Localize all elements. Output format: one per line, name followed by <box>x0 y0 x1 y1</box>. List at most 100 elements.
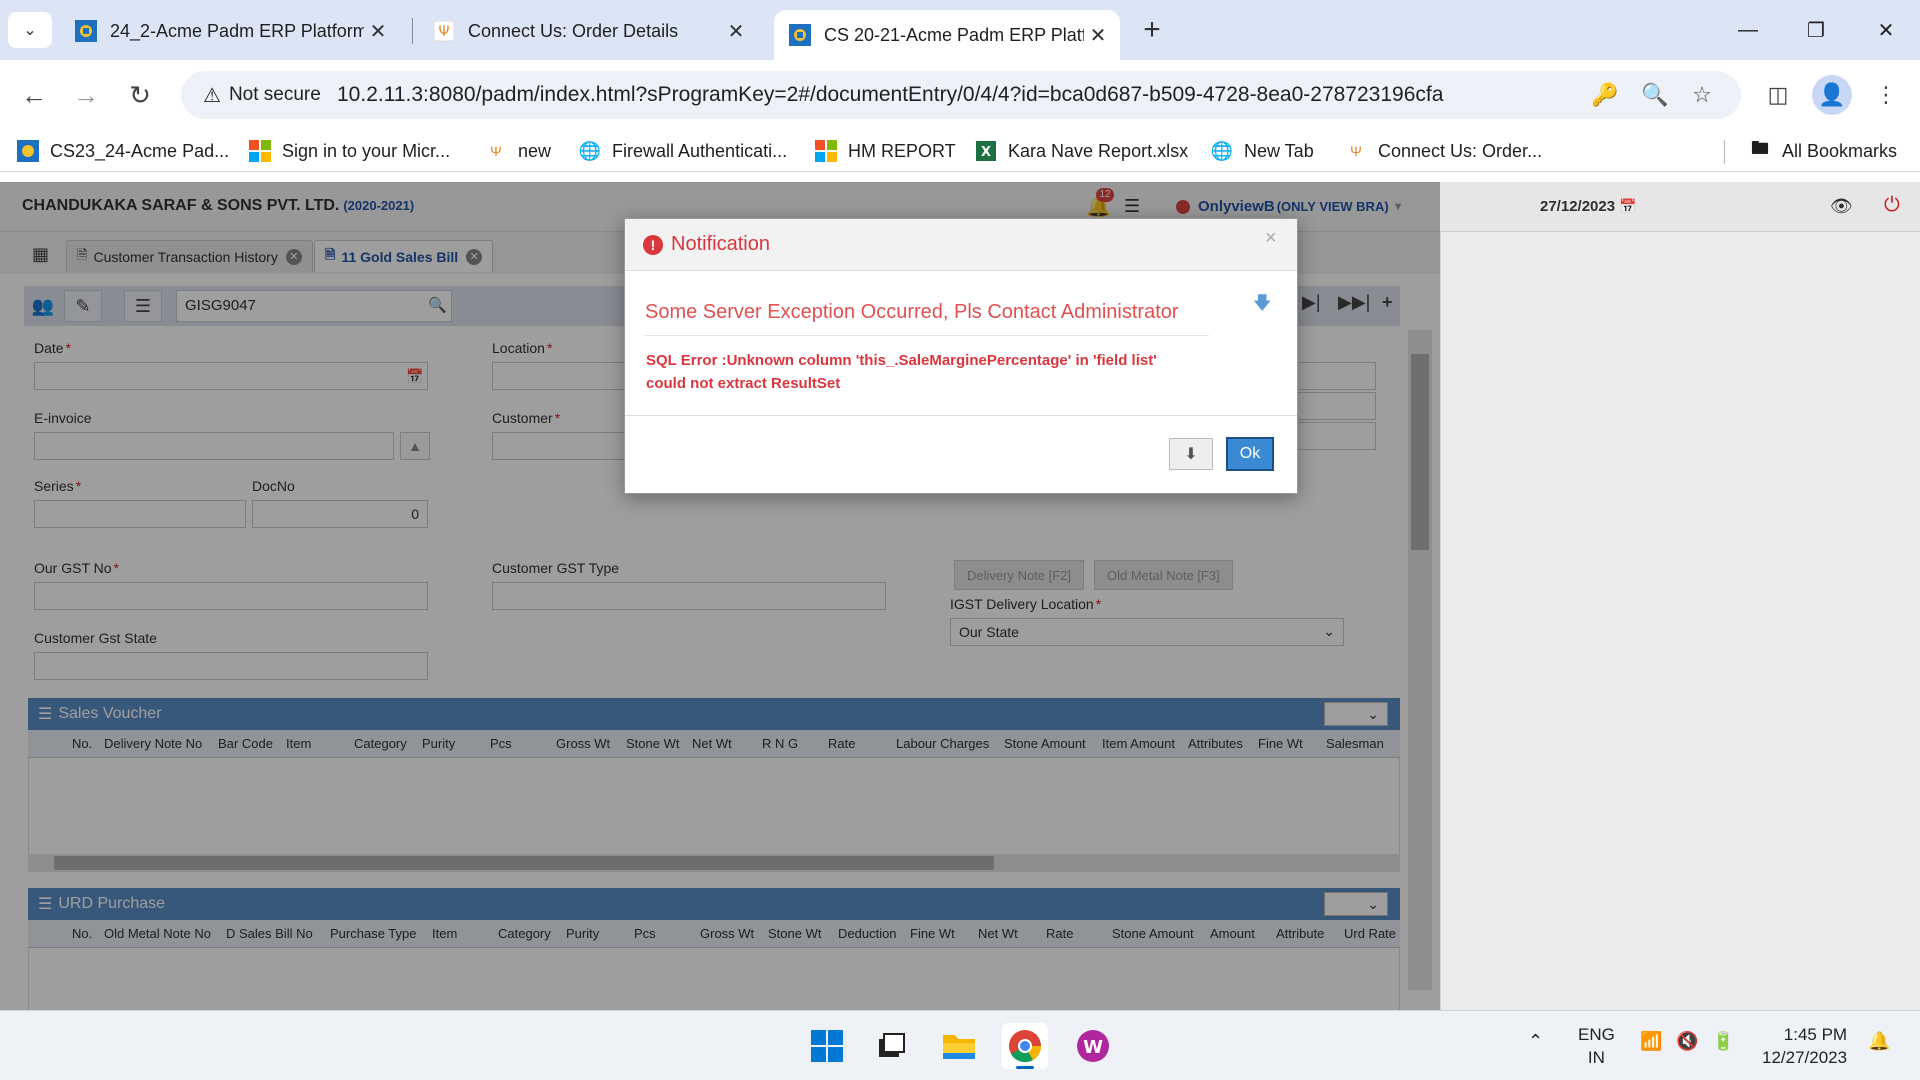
browser-tab-2[interactable]: Ψ Connect Us: Order Details ✕ <box>418 10 758 52</box>
zoom-icon[interactable]: 🔍 <box>1637 77 1673 113</box>
globe-icon: 🌐 <box>578 140 602 161</box>
app-w-icon: W <box>1077 1030 1109 1062</box>
dialog-title: Notification <box>671 233 770 255</box>
bookmark-label: CS23_24-Acme Pad... <box>50 140 230 161</box>
bookmark-label: HM REPORT <box>848 140 956 161</box>
error-icon: ! <box>643 235 663 255</box>
browser-tab-1[interactable]: 24_2-Acme Padm ERP Platform ✕ <box>60 10 400 52</box>
url-text[interactable]: 10.2.11.3:8080/padm/index.html?sProgramK… <box>337 83 1443 107</box>
chevron-up-icon[interactable]: ⌃ <box>1528 1031 1543 1052</box>
browser-tabstrip: ⌄ 24_2-Acme Padm ERP Platform ✕ Ψ Connec… <box>0 0 1920 60</box>
browser-toolbar: ← → ↻ ⚠ Not secure 10.2.11.3:8080/padm/i… <box>0 60 1920 130</box>
error-line: could not extract ResultSet <box>646 375 841 392</box>
new-tab-button[interactable]: + <box>1134 12 1170 48</box>
close-tab-icon[interactable]: ✕ <box>364 17 392 45</box>
download-icon: ⬇ <box>1184 446 1198 463</box>
not-secure-label: Not secure <box>228 84 321 105</box>
start-button[interactable] <box>804 1023 850 1069</box>
clock-time: 1:45 PM <box>1783 1025 1848 1044</box>
bookmark-label: Kara Nave Report.xlsx <box>1008 140 1189 161</box>
notification-center-icon[interactable]: 🔔 <box>1868 1031 1890 1052</box>
bookmark-item[interactable]: X Kara Nave Report.xlsx <box>974 136 1188 166</box>
connect-favicon-icon: Ψ <box>433 20 455 42</box>
folder-icon: 🖿 <box>1751 138 1769 158</box>
password-key-icon[interactable]: 🔑 <box>1587 77 1623 113</box>
modal-backdrop-right <box>1440 182 1920 1010</box>
task-view-button[interactable] <box>868 1023 914 1069</box>
address-bar[interactable]: ⚠ Not secure 10.2.11.3:8080/padm/index.h… <box>181 71 1741 119</box>
dialog-error-detail: SQL Error :Unknown column 'this_.SaleMar… <box>646 349 1186 395</box>
folder-icon <box>943 1035 975 1059</box>
bookmark-item[interactable]: Ψ new <box>484 136 551 166</box>
ok-button[interactable]: Ok <box>1226 437 1274 471</box>
svg-text:X: X <box>981 145 991 160</box>
bookmark-label: new <box>518 140 552 161</box>
all-bookmarks-label: All Bookmarks <box>1782 140 1898 161</box>
forward-button[interactable]: → <box>66 75 106 115</box>
side-panel-icon[interactable]: ◫ <box>1758 75 1798 115</box>
erp-favicon-icon <box>789 24 811 46</box>
chrome-icon <box>1009 1030 1042 1063</box>
wifi-icon[interactable]: 📶 <box>1640 1031 1662 1052</box>
bookmark-item[interactable]: HM REPORT <box>814 136 956 166</box>
divider <box>645 335 1209 336</box>
close-icon[interactable]: × <box>1265 227 1277 250</box>
bookmark-separator <box>1724 140 1725 164</box>
download-button[interactable]: ⬇ <box>1169 438 1213 470</box>
bookmark-star-icon[interactable]: ☆ <box>1684 77 1720 113</box>
svg-text:Ψ: Ψ <box>438 24 449 40</box>
svg-text:W: W <box>1083 1037 1103 1058</box>
system-clock[interactable]: 1:45 PM 12/27/2023 <box>1762 1023 1847 1069</box>
clock-date: 12/27/2023 <box>1762 1048 1848 1067</box>
file-explorer-button[interactable] <box>936 1023 982 1069</box>
bookmark-label: Sign in to your Micr... <box>282 140 451 161</box>
window-close-button[interactable]: ✕ <box>1852 10 1920 50</box>
task-view-icon <box>879 1033 905 1057</box>
erp-favicon-icon <box>75 20 97 42</box>
windows-logo-icon <box>811 1030 843 1062</box>
divider <box>625 415 1297 416</box>
bookmark-item[interactable]: Sign in to your Micr... <box>248 136 450 166</box>
bookmark-item[interactable]: CS23_24-Acme Pad... <box>16 136 229 166</box>
connect-favicon-icon: Ψ <box>490 143 502 159</box>
bookmark-item[interactable]: 🌐 Firewall Authenticati... <box>578 136 787 166</box>
chrome-button[interactable] <box>1002 1023 1048 1069</box>
reload-button[interactable]: ↻ <box>120 75 160 115</box>
globe-icon: 🌐 <box>1210 140 1234 161</box>
back-button[interactable]: ← <box>14 75 54 115</box>
chevron-down-icon: ⌄ <box>23 22 37 39</box>
warning-icon: ⚠ <box>203 84 221 107</box>
tab-title: 24_2-Acme Padm ERP Platform <box>110 20 364 41</box>
minimize-button[interactable]: — <box>1714 10 1782 50</box>
lang-code: ENG <box>1578 1025 1615 1044</box>
tab-separator <box>412 18 413 44</box>
profile-avatar[interactable]: 👤 <box>1812 75 1852 115</box>
error-line: SQL Error :Unknown column 'this_.SaleMar… <box>646 352 1157 369</box>
excel-icon: X <box>976 141 996 161</box>
tab-search-button[interactable]: ⌄ <box>8 12 52 48</box>
bookmark-label: Firewall Authenticati... <box>612 140 788 161</box>
restore-button[interactable]: ❐ <box>1782 10 1850 50</box>
browser-tab-3-active[interactable]: CS 20-21-Acme Padm ERP Platf ✕ <box>774 10 1120 60</box>
bookmark-item[interactable]: 🌐 New Tab <box>1210 136 1314 166</box>
windows-taskbar: W ⌃ ENG IN 📶 🔇 🔋 1:45 PM 12/27/2023 🔔 <box>0 1010 1920 1080</box>
browser-menu-icon[interactable]: ⋮ <box>1866 75 1906 115</box>
region-code: IN <box>1587 1048 1605 1067</box>
erp-favicon-icon <box>17 140 39 162</box>
bookmark-item[interactable]: Ψ Connect Us: Order... <box>1344 136 1542 166</box>
bookmark-label: New Tab <box>1244 140 1314 161</box>
speaker-muted-icon[interactable]: 🔇 <box>1676 1031 1698 1052</box>
close-tab-icon[interactable]: ✕ <box>1084 21 1112 49</box>
app-w-button[interactable]: W <box>1070 1023 1116 1069</box>
tab-title: CS 20-21-Acme Padm ERP Platf <box>824 24 1084 45</box>
arrow-down-icon[interactable]: 🡇 <box>1253 291 1272 321</box>
connect-favicon-icon: Ψ <box>1350 143 1362 159</box>
active-indicator <box>1016 1066 1034 1069</box>
all-bookmarks-button[interactable]: 🖿 All Bookmarks <box>1748 136 1897 166</box>
close-tab-icon[interactable]: ✕ <box>722 17 750 45</box>
language-indicator[interactable]: ENG IN <box>1578 1023 1615 1069</box>
site-info-button[interactable]: ⚠ Not secure <box>189 77 335 113</box>
tab-title: Connect Us: Order Details <box>468 20 679 41</box>
microsoft-icon <box>249 140 271 162</box>
battery-icon[interactable]: 🔋 <box>1712 1031 1734 1052</box>
